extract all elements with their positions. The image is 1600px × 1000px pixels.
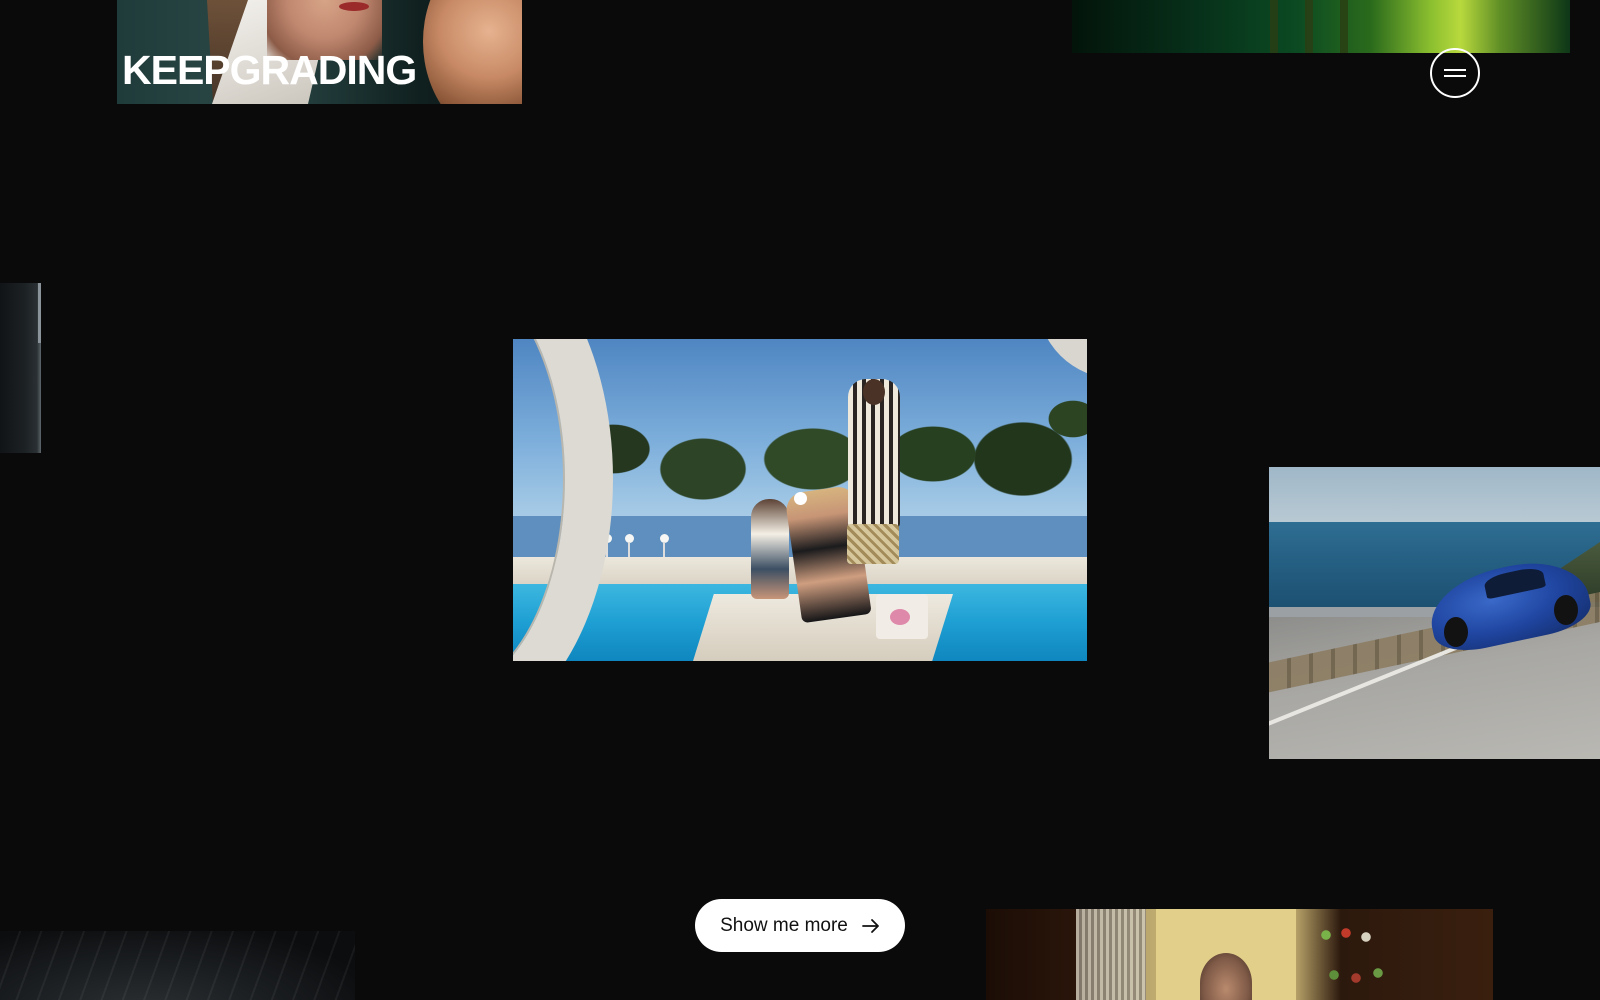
green-stripe [1340, 0, 1348, 53]
arrow-right-icon [861, 918, 879, 933]
portrait-shoulder [423, 0, 522, 104]
car-sky [1269, 467, 1600, 522]
gallery-tile-interior[interactable] [986, 909, 1493, 1000]
interior-curtain [1076, 909, 1146, 1000]
show-more-button[interactable]: Show me more [695, 899, 905, 952]
page: KEEPGRADING Show me more [0, 0, 1600, 1000]
model-seated-left [751, 499, 789, 599]
gallery-tile-pool-scene[interactable] [513, 339, 1087, 661]
model-standing-head [863, 379, 885, 405]
car-wheel [1554, 595, 1578, 625]
interior-shelf-bottles [1316, 923, 1396, 993]
gallery-tile-left-edge[interactable] [0, 283, 41, 453]
green-stripe [1305, 0, 1313, 53]
pool-lamp [625, 534, 634, 558]
woven-bag [847, 524, 899, 564]
cursor-dot [794, 492, 807, 505]
car-wheel [1444, 617, 1468, 647]
brand-logo[interactable]: KEEPGRADING [122, 50, 417, 91]
hamburger-line [1444, 75, 1466, 77]
gallery-tile-green[interactable] [1072, 0, 1570, 53]
pool-lamp [660, 534, 669, 558]
portrait-lips [339, 2, 369, 11]
hamburger-icon [1444, 67, 1466, 79]
gallery-tile-car[interactable] [1269, 467, 1600, 759]
green-stripe [1270, 0, 1278, 53]
monogram-bag [876, 594, 928, 639]
show-more-label: Show me more [720, 914, 848, 936]
hamburger-line [1444, 69, 1466, 71]
left-edge-highlight [38, 283, 41, 343]
gallery-tile-dark[interactable] [0, 931, 355, 1000]
menu-button[interactable] [1430, 48, 1480, 98]
